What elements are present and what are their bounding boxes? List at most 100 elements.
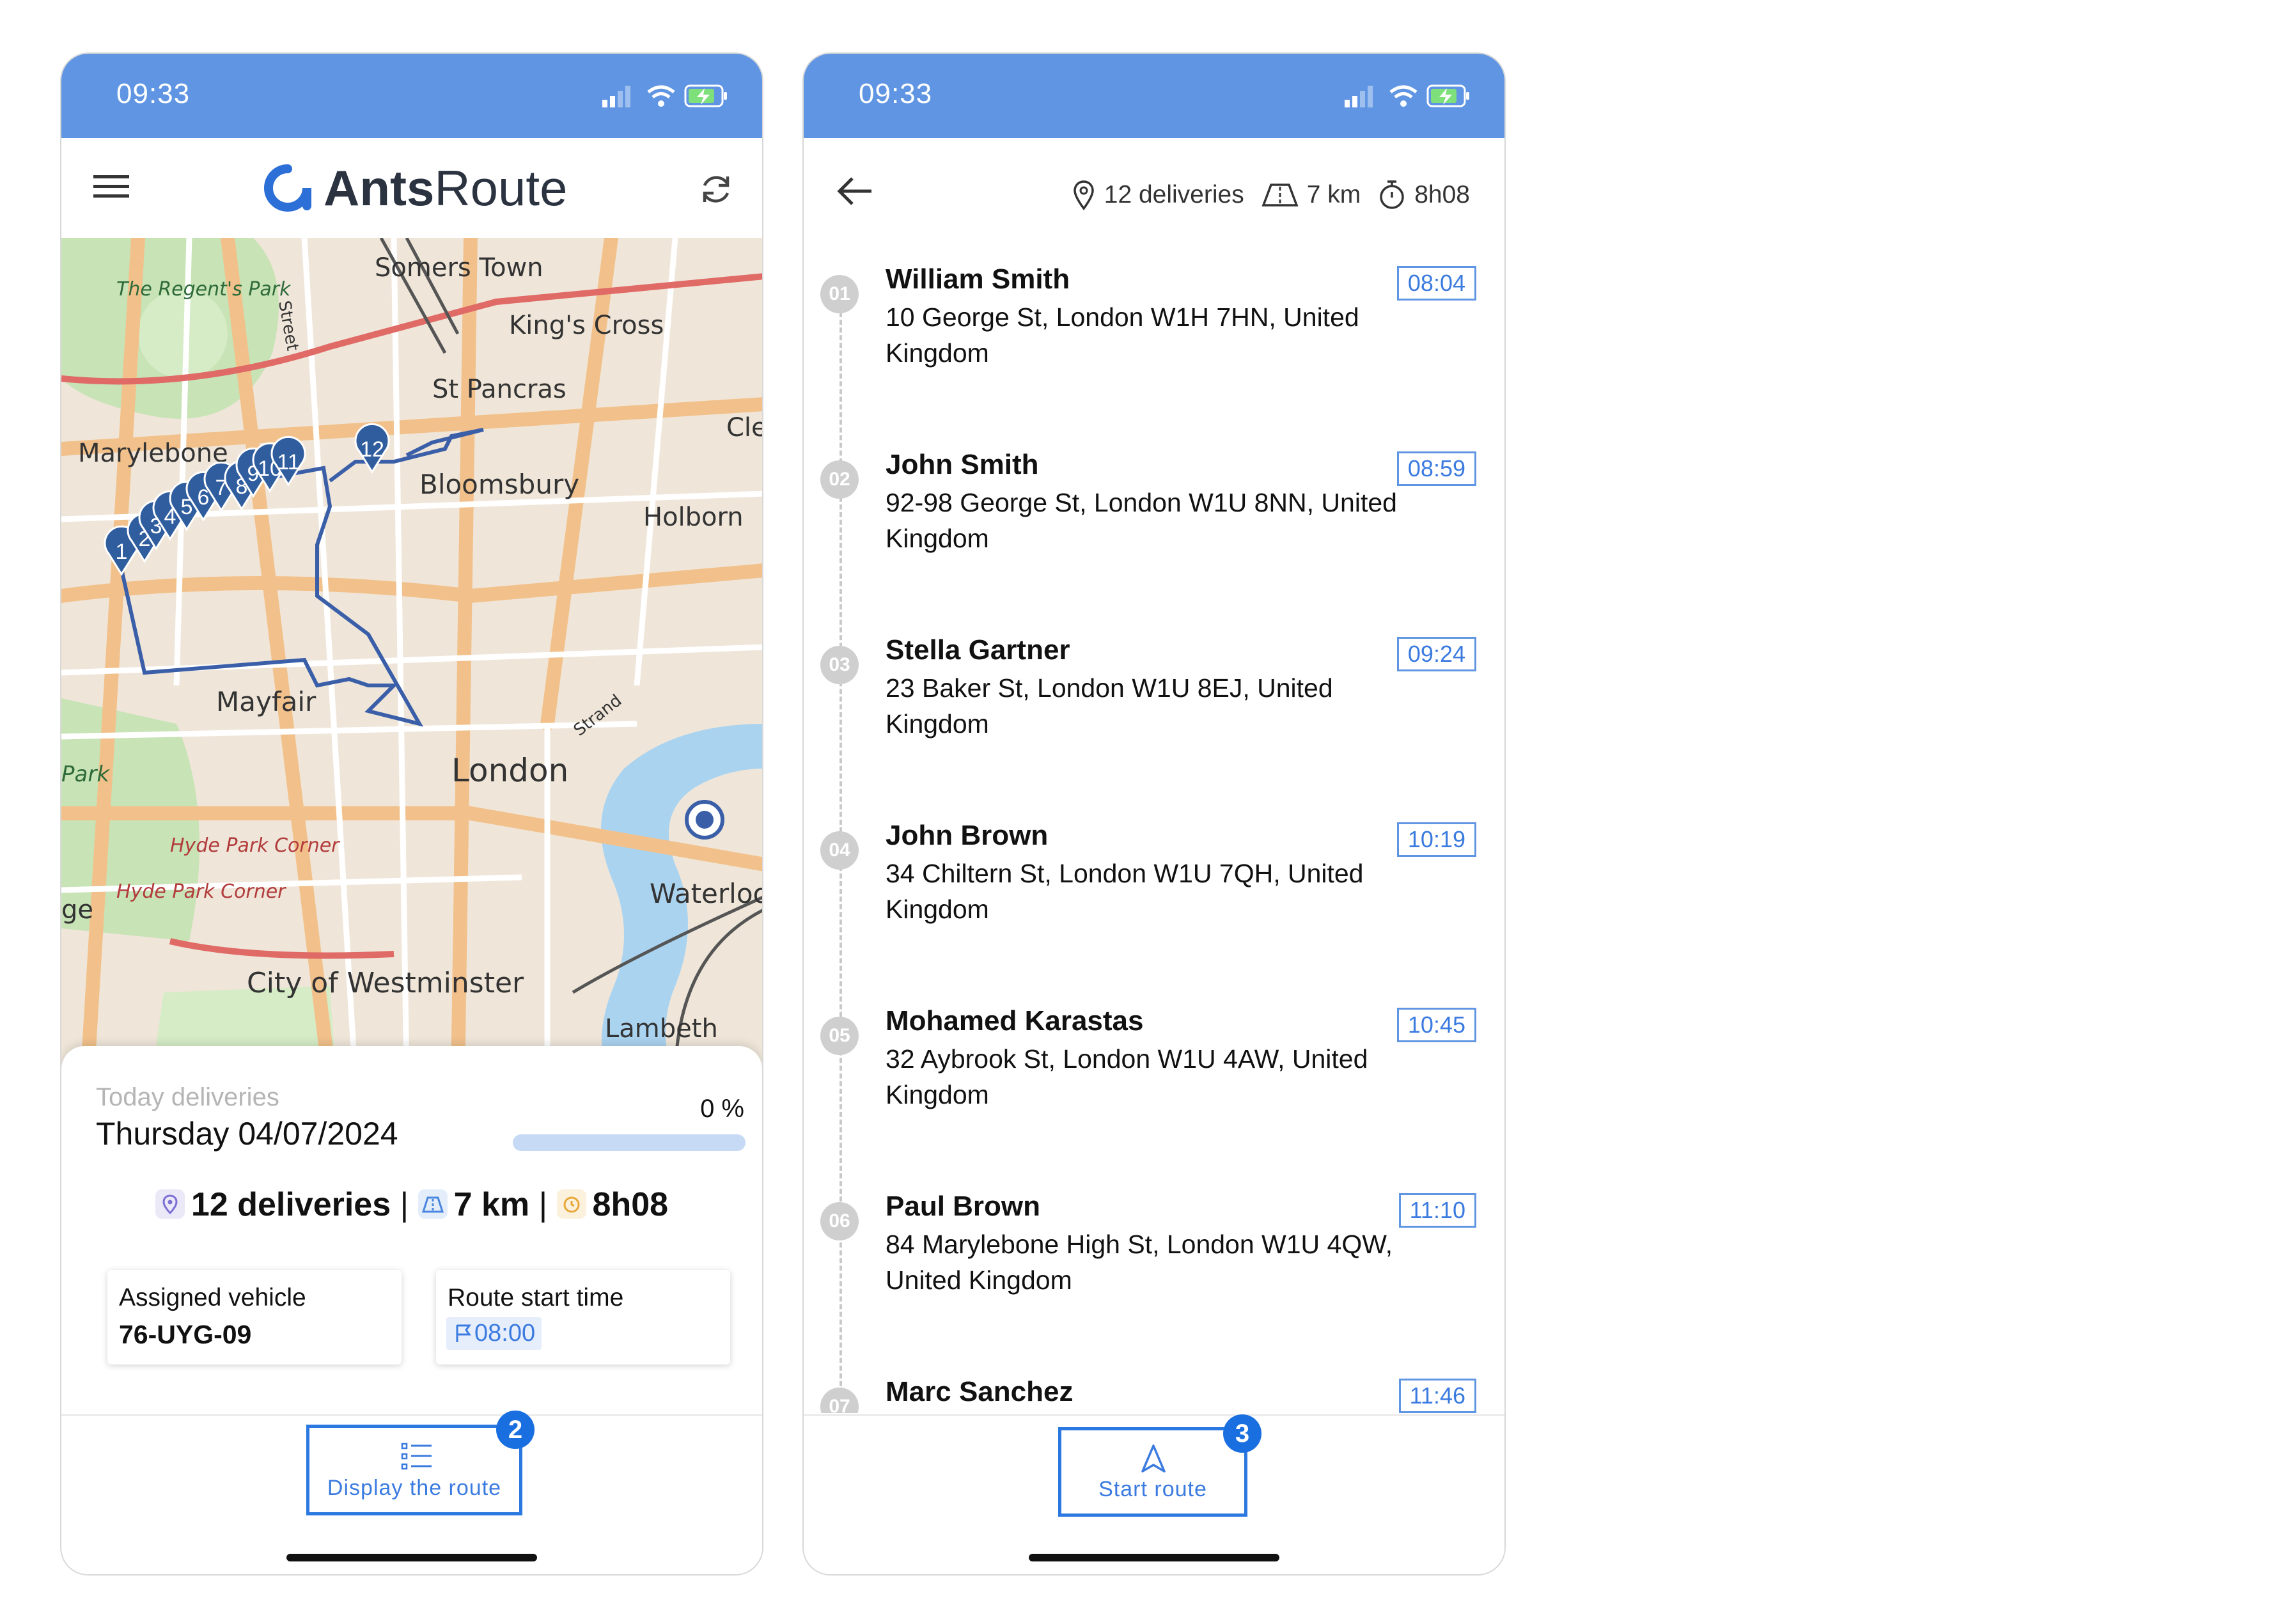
stop-item[interactable]: 04 John Brown 34 Chiltern St, London W1U 7… <box>804 797 1504 982</box>
map-label-marylebone: Marylebone <box>78 439 228 468</box>
battery-icon <box>684 84 727 107</box>
map-label-london: London <box>451 752 568 789</box>
bottom-action-bar: Start route 3 <box>804 1414 1504 1574</box>
map-label-park: Park <box>61 762 110 787</box>
home-indicator[interactable] <box>286 1554 537 1561</box>
start-route-button[interactable]: Start route <box>1058 1427 1247 1517</box>
stop-eta: 08:04 <box>1396 266 1476 301</box>
stop-number: 05 <box>820 1017 859 1055</box>
map-label-lambeth: Lambeth <box>605 1014 718 1044</box>
assigned-vehicle-value: 76-UYG-09 <box>119 1320 252 1349</box>
route-start-time-label: Route start time <box>448 1284 624 1311</box>
summary-duration: 8h08 <box>592 1186 669 1223</box>
stop-item[interactable]: 05 Mohamed Karastas 32 Aybrook St, London … <box>804 982 1504 1168</box>
stop-customer-name: William Smith <box>886 263 1070 295</box>
status-time: 09:33 <box>116 78 191 109</box>
hamburger-menu-icon[interactable] <box>93 174 129 203</box>
step-badge-3: 3 <box>1223 1414 1261 1453</box>
stopwatch-icon <box>1380 180 1404 209</box>
status-icons <box>1345 82 1472 113</box>
logo-text: AntsRoute <box>324 159 568 216</box>
route-start-time-value: 08:00 <box>474 1320 536 1347</box>
status-time: 09:33 <box>859 78 933 109</box>
stop-address: 84 Marylebone High St, London W1U 4QW, U… <box>886 1230 1393 1295</box>
route-header: 12 deliveries 7 km 8h08 <box>804 138 1504 240</box>
route-distance: 7 km <box>1306 181 1361 208</box>
phone-screen-home: 09:33 AntsRoute The Regent's Park Somers… <box>60 52 763 1576</box>
map-label-regents-park: The Regent's Park <box>116 278 292 301</box>
map-marker-label: 12 <box>360 437 384 462</box>
stops-list[interactable]: 01 William Smith 10 George St, London W1H … <box>804 240 1504 1413</box>
map-pin-icon <box>1073 180 1094 210</box>
stop-customer-name: Stella Gartner <box>886 634 1070 666</box>
wifi-icon <box>1389 85 1417 107</box>
stop-customer-name: Mohamed Karastas <box>886 1005 1144 1036</box>
map-marker-label: 11 <box>277 450 299 474</box>
route-start-time-box: Route start time 08:00 <box>436 1270 730 1365</box>
home-indicator[interactable] <box>1029 1554 1279 1561</box>
navigation-arrow-icon <box>1141 1444 1166 1473</box>
progress-bar <box>513 1134 746 1151</box>
map-label-hyde-park-corner-1: Hyde Park Corner <box>170 834 340 857</box>
map-pin-icon <box>155 1189 185 1219</box>
stop-eta: 11:46 <box>1398 1379 1476 1413</box>
status-bar: 09:33 <box>804 54 1504 138</box>
stop-number: 04 <box>820 831 859 870</box>
map-label-kings-cross: King's Cross <box>509 311 664 340</box>
delivery-map[interactable]: The Regent's Park Somers Town King's Cro… <box>61 238 762 1082</box>
antsroute-logo: AntsRoute <box>263 159 568 216</box>
signal-icon <box>1345 86 1373 107</box>
stop-address: 10 George St, London W1H 7HN, United Kin… <box>886 302 1359 368</box>
stop-customer-name: Marc Sanchez <box>886 1376 1074 1407</box>
road-icon <box>1261 184 1299 207</box>
stop-eta: 11:10 <box>1398 1193 1476 1228</box>
refresh-icon[interactable] <box>697 170 735 212</box>
route-stats: 12 deliveries 7 km 8h08 <box>1054 179 1470 211</box>
stop-customer-name: Paul Brown <box>886 1191 1041 1222</box>
display-route-label: Display the route <box>327 1476 502 1500</box>
progress-percent: 0 % <box>700 1095 744 1123</box>
status-bar: 09:33 <box>61 54 762 138</box>
start-route-label: Start route <box>1098 1477 1207 1501</box>
map-label-somers-town: Somers Town <box>375 253 543 283</box>
stop-address: 23 Baker St, London W1U 8EJ, United King… <box>886 673 1333 739</box>
map-label-st-pancras: St Pancras <box>432 375 566 404</box>
stop-item[interactable]: 01 William Smith 10 George St, London W1H … <box>804 240 1504 426</box>
map-label-city-of-westminster: City of Westminster <box>247 967 524 999</box>
display-route-button[interactable]: Display the route <box>306 1425 522 1515</box>
arrow-left-icon[interactable] <box>836 175 874 210</box>
wifi-icon <box>647 85 675 107</box>
map-label-ge: ge <box>61 895 93 925</box>
stop-address: 34 Chiltern St, London W1U 7QH, United K… <box>886 859 1364 924</box>
stop-number: 01 <box>820 275 859 313</box>
today-summary-card: Today deliveries Thursday 04/07/2024 0 %… <box>61 1046 762 1417</box>
summary-stats: 12 deliveries | 7 km | 8h08 <box>61 1185 762 1224</box>
map-label-cle: Cle <box>726 413 762 442</box>
map-label-holborn: Holborn <box>643 503 744 532</box>
route-start-time-chip: 08:00 <box>446 1317 542 1350</box>
stop-number: 02 <box>820 460 859 499</box>
stop-number: 07 <box>820 1388 859 1413</box>
list-icon <box>401 1443 432 1470</box>
assigned-vehicle-box: Assigned vehicle 76-UYG-09 <box>107 1270 402 1365</box>
phone-screen-route-list: 09:33 12 deliveries 7 km 8h08 01 William… <box>802 52 1506 1576</box>
status-icons <box>602 82 730 113</box>
start-location-icon <box>685 800 724 840</box>
flag-icon <box>456 1324 471 1342</box>
assigned-vehicle-label: Assigned vehicle <box>119 1284 306 1311</box>
app-header: AntsRoute <box>61 138 762 238</box>
stop-item[interactable]: 02 John Smith 92-98 George St, London W1U … <box>804 426 1504 611</box>
antsroute-logo-icon <box>264 164 311 212</box>
stop-eta: 08:59 <box>1396 451 1476 486</box>
route-duration: 8h08 <box>1414 181 1470 208</box>
stop-eta: 10:45 <box>1396 1008 1476 1042</box>
stop-item[interactable]: 06 Paul Brown 84 Marylebone High St, Londo… <box>804 1168 1504 1353</box>
battery-icon <box>1426 84 1469 107</box>
today-deliveries-label: Today deliveries <box>96 1083 279 1111</box>
stop-eta: 09:24 <box>1396 637 1476 671</box>
road-icon <box>418 1189 448 1219</box>
stop-item[interactable]: 03 Stella Gartner 23 Baker St, London W1U … <box>804 611 1504 797</box>
stop-customer-name: John Brown <box>886 820 1049 851</box>
stop-item[interactable]: 07 Marc Sanchez 11:46 <box>804 1353 1504 1413</box>
stop-number: 06 <box>820 1202 859 1240</box>
